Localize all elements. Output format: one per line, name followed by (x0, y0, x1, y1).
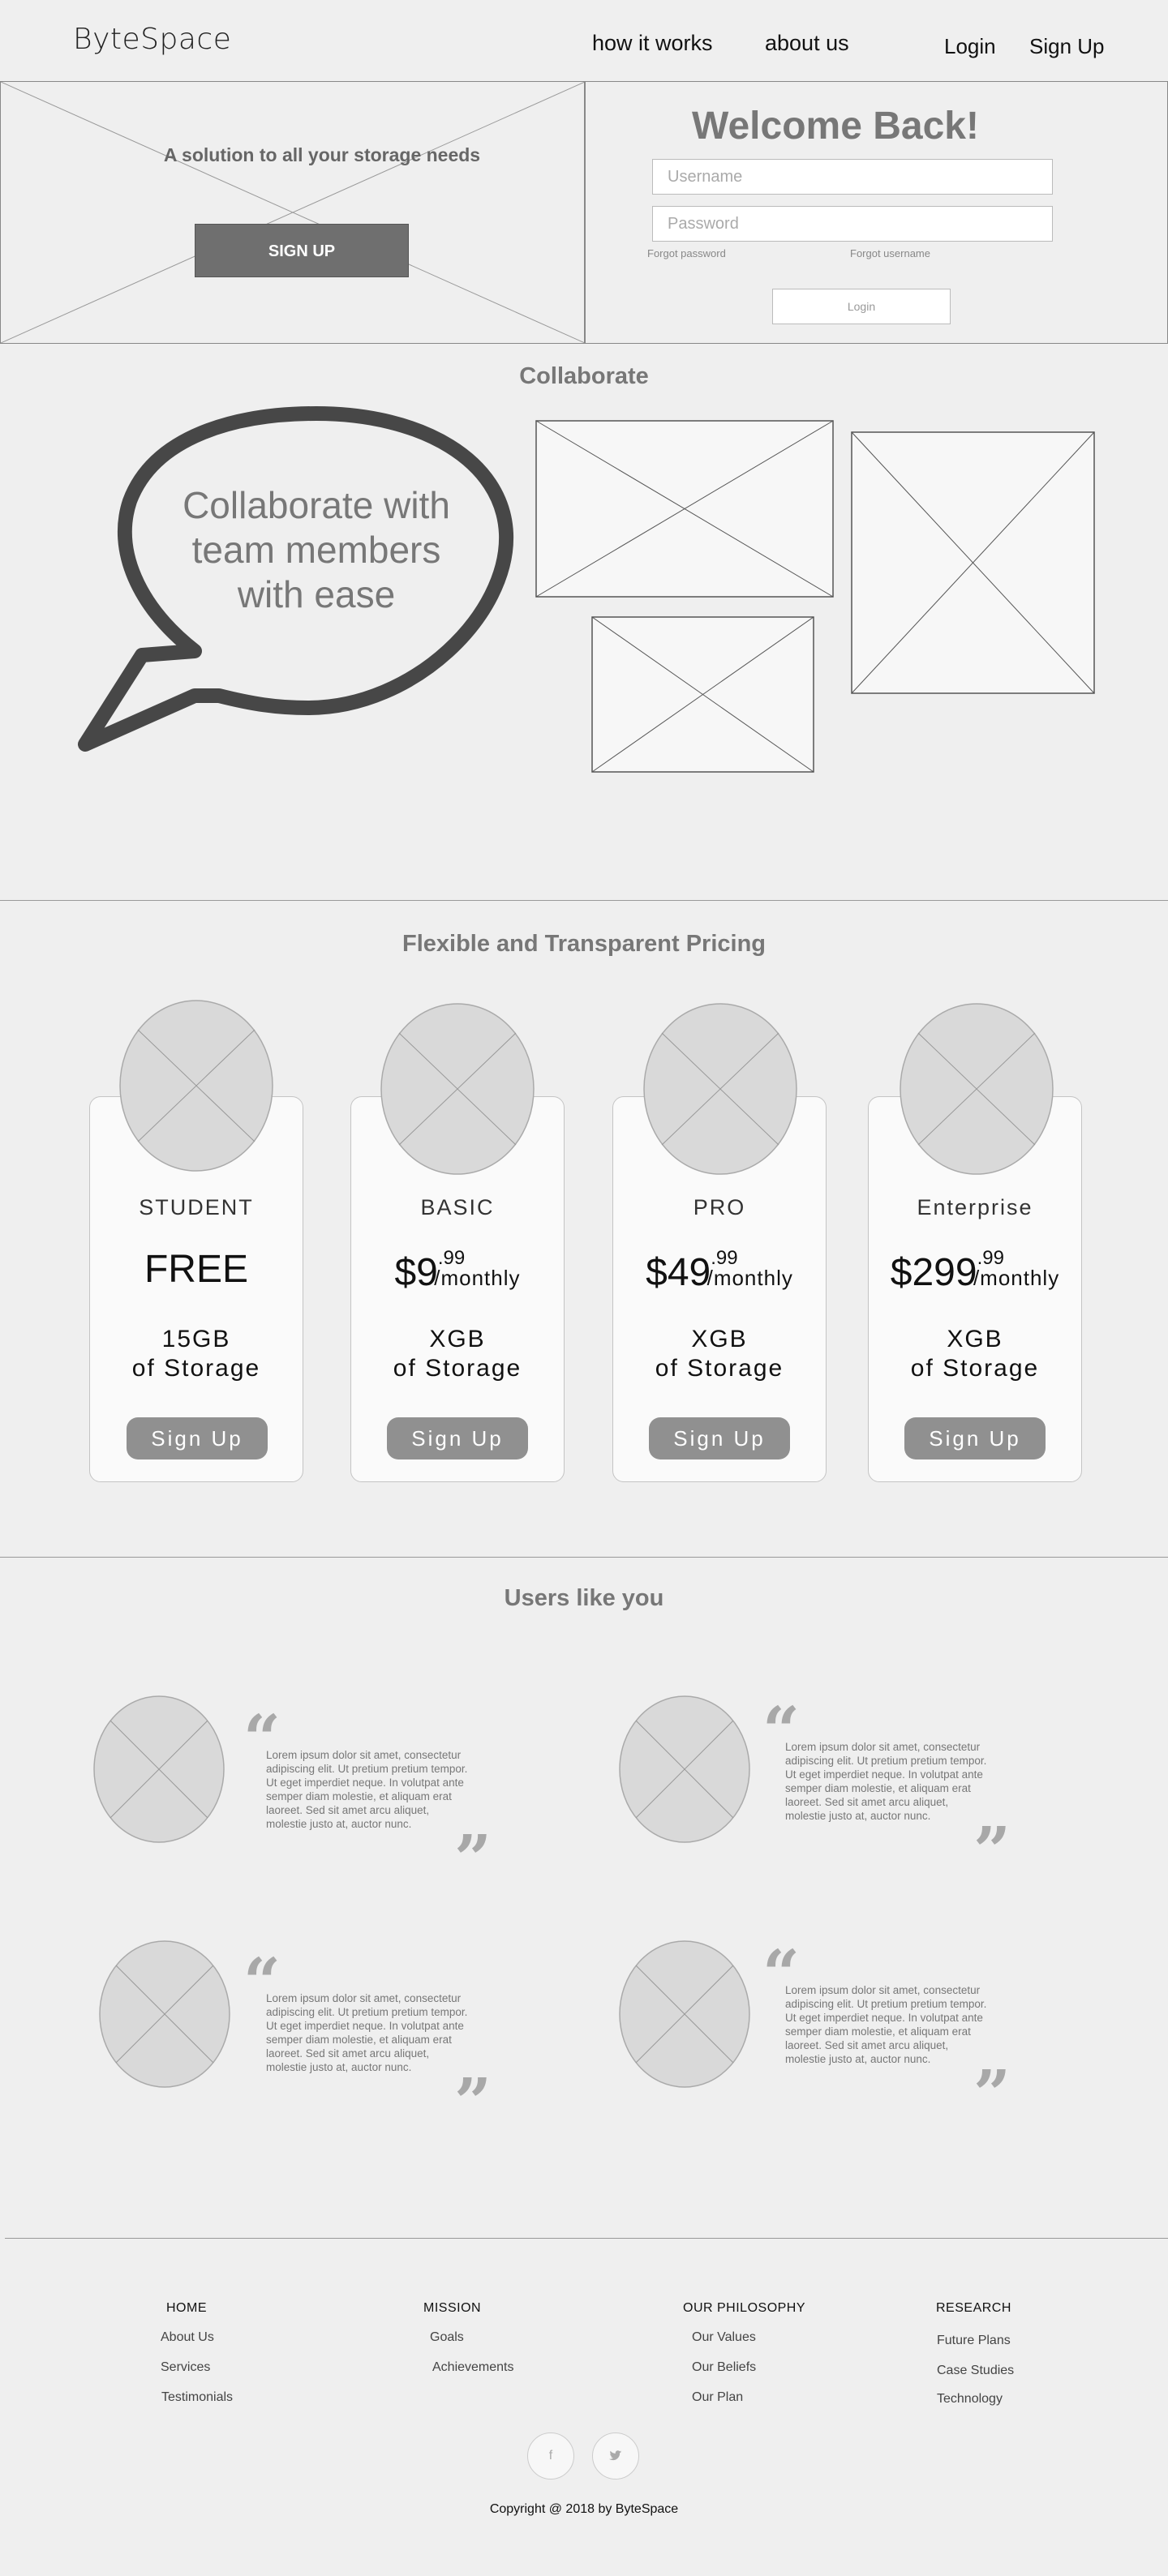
password-input[interactable] (652, 206, 1053, 242)
plan-storage-amount: XGB (691, 1326, 748, 1352)
user-avatar-placeholder (619, 1695, 750, 1843)
welcome-heading: Welcome Back! (692, 105, 979, 148)
plan-price-amount: $49 (646, 1251, 711, 1294)
plan-price-period: /monthly (973, 1266, 1060, 1290)
plan-storage-label: of Storage (131, 1355, 261, 1382)
image-placeholder-icon (1, 82, 585, 343)
twitter-bird-glyph (609, 2450, 622, 2461)
footer-heading-research[interactable]: RESEARCH (936, 2301, 1011, 2316)
testimonial-text: Lorem ipsum dolor sit amet, consectetur … (785, 1984, 987, 2065)
footer-link-goals[interactable]: Goals (430, 2330, 464, 2345)
section-divider (5, 2238, 1168, 2239)
plan-price: $49.99/monthly (612, 1247, 827, 1295)
testimonial-text: Lorem ipsum dolor sit amet, consectetur … (266, 1992, 468, 2073)
footer-link-our-beliefs[interactable]: Our Beliefs (692, 2360, 756, 2375)
close-quote-icon: ” (973, 2055, 1011, 2132)
close-quote-icon: ” (454, 2064, 492, 2140)
plan-storage-label: of Storage (655, 1355, 784, 1382)
plan-image-placeholder (119, 1000, 273, 1172)
plan-image-placeholder (643, 1003, 797, 1175)
plan-storage-label: of Storage (910, 1355, 1040, 1382)
plan-price-amount: $9 (394, 1251, 438, 1294)
plan-storage-amount: XGB (429, 1326, 486, 1352)
plan-image-placeholder (380, 1003, 535, 1175)
plan-price: $299.99/monthly (868, 1247, 1082, 1295)
username-input[interactable] (652, 159, 1053, 195)
footer-link-services[interactable]: Services (161, 2360, 210, 2375)
plan-storage-amount: XGB (947, 1326, 1003, 1352)
plan-price: FREE (89, 1247, 303, 1292)
collaborate-image-1 (535, 420, 834, 598)
login-button[interactable]: Login (772, 289, 951, 324)
testimonial-text: Lorem ipsum dolor sit amet, consectetur … (785, 1741, 987, 1822)
hero-image-placeholder (0, 81, 586, 344)
nav-login-link[interactable]: Login (944, 34, 996, 59)
footer-heading-mission[interactable]: MISSION (423, 2301, 481, 2316)
testimonials-title: Users like you (504, 1585, 664, 1611)
collaborate-title: Collaborate (519, 363, 649, 389)
footer-link-case-studies[interactable]: Case Studies (937, 2364, 1014, 2378)
plan-price-period: /monthly (706, 1266, 793, 1290)
footer-heading-philosophy[interactable]: OUR PHILOSOPHY (683, 2301, 805, 2316)
nav-about-us[interactable]: about us (765, 31, 849, 56)
twitter-icon[interactable] (592, 2432, 639, 2480)
section-divider (0, 900, 1168, 901)
pricing-title: Flexible and Transparent Pricing (402, 931, 766, 957)
footer-link-our-plan[interactable]: Our Plan (692, 2390, 743, 2405)
plan-price-amount: FREE (144, 1248, 248, 1291)
close-quote-icon: ” (973, 1812, 1011, 1888)
plan-storage: XGB of Storage (350, 1325, 565, 1383)
collaborate-image-3 (591, 616, 814, 773)
forgot-password-link[interactable]: Forgot password (647, 247, 726, 259)
plan-storage-label: of Storage (393, 1355, 522, 1382)
user-avatar-placeholder (93, 1695, 225, 1843)
footer-link-technology[interactable]: Technology (937, 2392, 1003, 2407)
facebook-icon[interactable]: f (527, 2432, 574, 2480)
collaborate-bubble-text: Collaborate with team members with ease (182, 484, 450, 615)
plan-signup-button[interactable]: Sign Up (649, 1417, 790, 1459)
nav-signup-link[interactable]: Sign Up (1029, 34, 1105, 59)
brand-logo[interactable]: ByteSpace (73, 23, 231, 56)
hero-tagline: A solution to all your storage needs (163, 144, 481, 165)
hero-signup-button[interactable]: SIGN UP (195, 224, 409, 277)
close-quote-icon: ” (454, 1820, 492, 1897)
plan-name: STUDENT (139, 1195, 254, 1219)
plan-storage: XGB of Storage (612, 1325, 827, 1383)
plan-storage-amount: 15GB (161, 1326, 231, 1352)
copyright-text: Copyright @ 2018 by ByteSpace (489, 2502, 679, 2516)
user-avatar-placeholder (99, 1940, 230, 2088)
plan-image-placeholder (900, 1003, 1054, 1175)
plan-name: Enterprise (917, 1195, 1033, 1219)
forgot-username-link[interactable]: Forgot username (850, 247, 930, 259)
user-avatar-placeholder (619, 1940, 750, 2088)
footer-link-about-us[interactable]: About Us (161, 2330, 214, 2345)
footer-link-achievements[interactable]: Achievements (432, 2360, 514, 2375)
plan-name: PRO (693, 1195, 746, 1219)
plan-storage: XGB of Storage (868, 1325, 1082, 1383)
footer-link-our-values[interactable]: Our Values (692, 2330, 756, 2345)
nav-how-it-works[interactable]: how it works (592, 31, 713, 56)
footer-link-testimonials[interactable]: Testimonials (161, 2390, 233, 2405)
plan-signup-button[interactable]: Sign Up (127, 1417, 268, 1459)
plan-price: $9.99/monthly (350, 1247, 565, 1295)
plan-signup-button[interactable]: Sign Up (387, 1417, 528, 1459)
testimonial-text: Lorem ipsum dolor sit amet, consectetur … (266, 1749, 468, 1830)
plan-storage: 15GB of Storage (89, 1325, 303, 1383)
plan-price-amount: $299 (890, 1251, 977, 1294)
footer-heading-home[interactable]: HOME (166, 2301, 207, 2316)
collaborate-image-2 (851, 431, 1095, 694)
section-divider (0, 1557, 1168, 1558)
footer-link-future-plans[interactable]: Future Plans (937, 2334, 1011, 2348)
plan-signup-button[interactable]: Sign Up (904, 1417, 1046, 1459)
plan-name: BASIC (420, 1195, 495, 1219)
plan-price-period: /monthly (434, 1266, 521, 1290)
